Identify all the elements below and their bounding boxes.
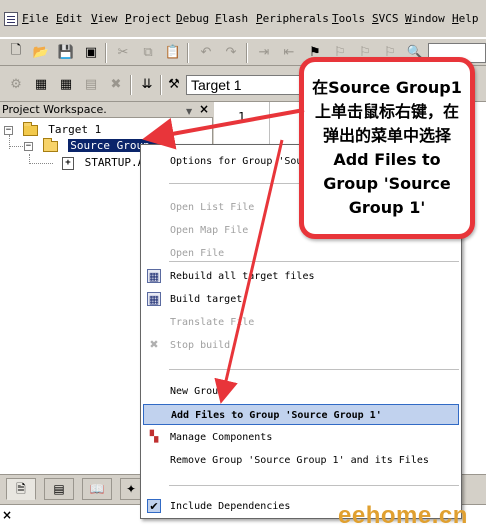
- workspace-title-label: Project Workspace: [2, 103, 104, 116]
- tab-registers[interactable]: ▤: [44, 478, 74, 500]
- tree-item-label: STARTUP.A: [84, 156, 145, 169]
- menu-item-rebuild-all[interactable]: ▦ Rebuild all target files: [141, 266, 461, 287]
- tree-item-target[interactable]: − Target 1: [4, 121, 102, 138]
- save-all-icon[interactable]: ▣: [81, 42, 101, 62]
- asm-file-icon: +: [62, 156, 74, 170]
- tab-files[interactable]: 🗎: [6, 478, 36, 500]
- menu-debug[interactable]: Debug: [176, 12, 209, 25]
- menu-item-label: Translate File: [170, 317, 255, 328]
- dropdown-icon[interactable]: ▼: [186, 104, 192, 119]
- line-number: 1: [238, 110, 246, 124]
- components-icon: ▚: [149, 430, 159, 443]
- outdent-icon[interactable]: ⇤: [279, 42, 299, 62]
- toolbar-separator: [105, 43, 107, 63]
- menu-item-label: Stop build: [170, 340, 231, 351]
- menu-view[interactable]: View: [91, 12, 118, 25]
- translate-icon[interactable]: ⚙: [6, 74, 26, 94]
- project-workspace-title: Project Workspace. ▼ ×: [0, 102, 213, 118]
- save-icon[interactable]: 💾: [56, 42, 76, 62]
- collapse-icon[interactable]: −: [4, 125, 13, 135]
- menu-item-translate-file[interactable]: Translate File: [141, 312, 461, 333]
- paste-icon[interactable]: 📋: [163, 42, 183, 62]
- menu-item-label: Remove Group 'Source Group 1' and its Fi…: [170, 455, 429, 466]
- menu-item-remove-group[interactable]: Remove Group 'Source Group 1' and its Fi…: [141, 450, 461, 471]
- menu-item-add-files-to-group[interactable]: Add Files to Group 'Source Group 1': [143, 404, 459, 425]
- menu-item-label: Rebuild all target files: [170, 271, 315, 282]
- download-icon[interactable]: ⇊: [137, 74, 157, 94]
- undo-icon[interactable]: ↶: [196, 42, 216, 62]
- menu-item-label: Open Map File: [170, 225, 249, 236]
- build-icon: ▦: [147, 292, 161, 306]
- menu-item-label: Build target: [170, 294, 243, 305]
- stop-build-icon: ✖: [149, 338, 159, 351]
- menu-item-new-group[interactable]: New Group: [141, 381, 461, 402]
- target-options-icon[interactable]: ⚒: [164, 74, 184, 94]
- menu-item-label: Add Files to Group 'Source Group 1': [171, 410, 382, 421]
- menu-project[interactable]: Project: [125, 12, 171, 25]
- rebuild-icon: ▦: [147, 269, 161, 283]
- new-file-icon[interactable]: 🗋: [6, 42, 26, 62]
- checkmark-icon: ✔: [147, 499, 161, 513]
- menu-edit[interactable]: Edit: [56, 12, 83, 25]
- books-tab-icon: 📖: [89, 482, 105, 496]
- tab-books[interactable]: 📖: [82, 478, 112, 500]
- menu-help[interactable]: Help: [452, 12, 479, 25]
- files-tab-icon: 🗎: [16, 482, 26, 496]
- menu-item-label: New Group: [170, 386, 225, 397]
- close-icon[interactable]: ×: [199, 102, 209, 117]
- menu-item-manage-components[interactable]: ▚ Manage Components: [141, 427, 461, 448]
- menu-separator: [169, 369, 459, 370]
- toolbar-separator: [130, 75, 132, 95]
- menu-item-label: Include Dependencies: [170, 501, 291, 512]
- cut-icon[interactable]: ✂: [113, 42, 133, 62]
- batch-build-icon[interactable]: ▤: [81, 74, 101, 94]
- collapse-icon[interactable]: −: [24, 141, 33, 151]
- menu-item-build-target[interactable]: ▦ Build target: [141, 289, 461, 310]
- menu-item-label: Open File: [170, 248, 225, 259]
- stop-build-icon[interactable]: ✖: [106, 74, 126, 94]
- menu-separator: [169, 261, 459, 262]
- tree-connector: [9, 146, 23, 147]
- folder-icon: [42, 137, 58, 152]
- app-menu-icon[interactable]: [4, 12, 18, 26]
- redo-icon[interactable]: ↷: [221, 42, 241, 62]
- menu-item-label: Manage Components: [170, 432, 273, 443]
- tab-functions[interactable]: ✦: [120, 478, 142, 500]
- copy-icon[interactable]: ⧉: [138, 42, 158, 62]
- menu-file[interactable]: File: [22, 12, 49, 25]
- title-ellipsis: .: [103, 103, 107, 116]
- registers-tab-icon: ▤: [53, 482, 65, 496]
- instruction-callout: 在Source Group1上单击鼠标右键，在弹出的菜单中选择Add Files…: [299, 57, 475, 239]
- menu-svcs[interactable]: SVCS: [372, 12, 399, 25]
- tree-item-label: Target 1: [48, 123, 102, 136]
- menu-peripherals[interactable]: Peripherals: [256, 12, 329, 25]
- menu-item-stop-build[interactable]: ✖ Stop build: [141, 335, 461, 356]
- menu-separator: [169, 485, 459, 486]
- toolbar-separator: [160, 75, 162, 95]
- toolbar-separator: [187, 43, 189, 63]
- menu-tools[interactable]: Tools: [332, 12, 365, 25]
- toolbar-separator: [246, 43, 248, 63]
- menu-window[interactable]: Window: [405, 12, 445, 25]
- open-folder-icon[interactable]: 📂: [31, 42, 51, 62]
- output-close-icon[interactable]: ×: [2, 508, 12, 522]
- tree-connector: [29, 163, 53, 164]
- target-folder-icon: [22, 121, 38, 136]
- menu-bar: File Edit View Project Debug Flash Perip…: [0, 0, 486, 38]
- tree-item-file[interactable]: + STARTUP.A: [62, 155, 144, 171]
- rebuild-icon[interactable]: ▦: [56, 74, 76, 94]
- indent-icon[interactable]: ⇥: [254, 42, 274, 62]
- functions-tab-icon: ✦: [125, 482, 137, 496]
- build-icon[interactable]: ▦: [31, 74, 51, 94]
- menu-flash[interactable]: Flash: [215, 12, 248, 25]
- project-workspace-title-text: Project Workspace.: [2, 103, 107, 116]
- target-select[interactable]: Target 1: [186, 75, 304, 95]
- menu-item-label: Open List File: [170, 202, 255, 213]
- callout-text: 在Source Group1上单击鼠标右键，在弹出的菜单中选择Add Files…: [312, 78, 462, 217]
- watermark: eehome.cn: [338, 502, 468, 529]
